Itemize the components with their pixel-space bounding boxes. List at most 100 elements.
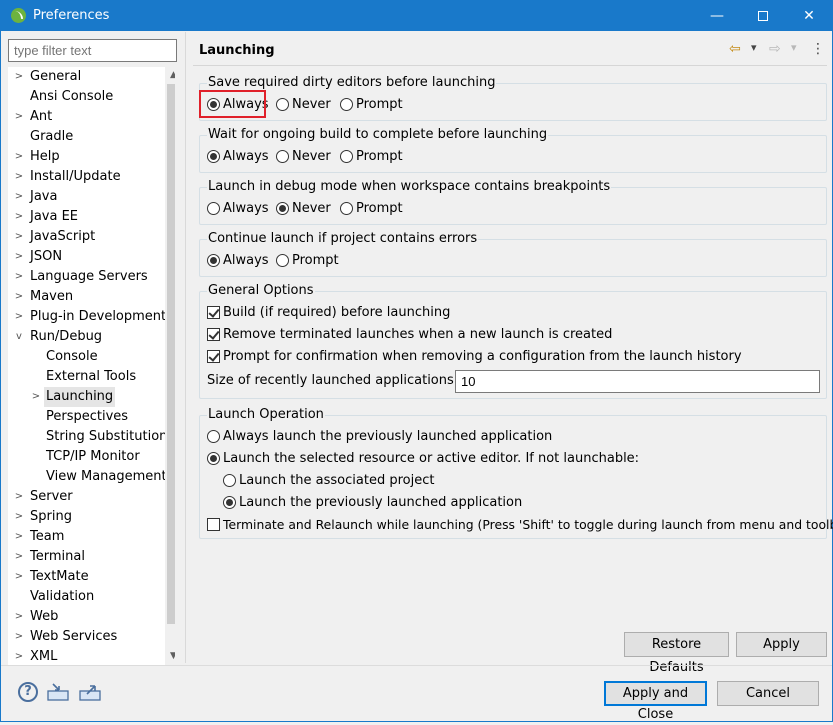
chevron-right-icon[interactable]: > xyxy=(14,147,24,167)
tree-item-label: View Management xyxy=(46,469,167,484)
chevron-right-icon[interactable]: > xyxy=(14,607,24,627)
tree-item-label: Install/Update xyxy=(30,169,121,184)
tree-item-label: Web Services xyxy=(30,629,118,644)
tree-item-help[interactable]: > Help xyxy=(8,147,165,167)
forward-menu-icon[interactable]: ▾ xyxy=(791,41,797,54)
tree-item-server[interactable]: > Server xyxy=(8,487,165,507)
tree-item-java-ee[interactable]: > Java EE xyxy=(8,207,165,227)
tree-item-terminal[interactable]: > Terminal xyxy=(8,547,165,567)
tree-item-java[interactable]: > Java xyxy=(8,187,165,207)
radio-icon xyxy=(207,430,220,443)
radio-icon xyxy=(276,254,289,267)
chevron-right-icon[interactable]: > xyxy=(14,107,24,127)
tree-item-label: Java xyxy=(30,189,58,204)
tree-item-ant[interactable]: > Ant xyxy=(8,107,165,127)
apply-and-close-button[interactable]: Apply and Close xyxy=(604,681,707,722)
chevron-right-icon[interactable]: > xyxy=(14,167,24,187)
scroll-up-icon[interactable]: ▲ xyxy=(165,67,175,84)
tree-item-perspectives[interactable]: Perspectives xyxy=(8,407,165,427)
back-arrow-icon[interactable]: ⇦ xyxy=(729,41,741,57)
chevron-right-icon[interactable]: > xyxy=(14,547,24,567)
tree-item-run-debug[interactable]: v Run/Debug xyxy=(8,327,165,347)
minimize-button[interactable]: — xyxy=(694,1,740,31)
cancel-button[interactable]: Cancel xyxy=(717,681,819,706)
tree-item-validation[interactable]: Validation xyxy=(8,587,165,607)
chevron-right-icon[interactable]: > xyxy=(14,227,24,247)
filter-input[interactable] xyxy=(8,39,177,62)
back-menu-icon[interactable]: ▾ xyxy=(751,41,757,54)
radio-selected-icon xyxy=(207,150,220,163)
title-bar[interactable]: Preferences — ✕ xyxy=(1,1,832,31)
chevron-right-icon[interactable]: > xyxy=(14,507,24,527)
tree-item-general[interactable]: > General xyxy=(8,67,165,87)
chevron-right-icon[interactable]: > xyxy=(14,267,24,287)
chevron-right-icon[interactable]: > xyxy=(14,307,24,327)
scrollbar-thumb[interactable] xyxy=(167,84,175,624)
tree-item-install-update[interactable]: > Install/Update xyxy=(8,167,165,187)
chevron-right-icon[interactable]: > xyxy=(14,487,24,507)
help-icon[interactable]: ? xyxy=(18,682,38,702)
tree-item-language-servers[interactable]: > Language Servers xyxy=(8,267,165,287)
maximize-button[interactable] xyxy=(740,1,786,31)
restore-defaults-button[interactable]: Restore Defaults xyxy=(624,632,729,675)
tree-item-label: Team xyxy=(30,529,65,544)
tree-item-ansi-console[interactable]: Ansi Console xyxy=(8,87,165,107)
tree-item-tcpip-monitor[interactable]: TCP/IP Monitor xyxy=(8,447,165,467)
tree-item-team[interactable]: > Team xyxy=(8,527,165,547)
tree-item-label: String Substitution xyxy=(46,429,168,444)
tree-item-plugin-development[interactable]: > Plug-in Development xyxy=(8,307,166,327)
history-size-input[interactable] xyxy=(455,370,820,393)
chevron-right-icon[interactable]: > xyxy=(14,187,24,207)
maximize-icon xyxy=(758,11,768,21)
tree-item-textmate[interactable]: > TextMate xyxy=(8,567,165,587)
radio-selected-icon xyxy=(207,452,220,465)
import-icon[interactable] xyxy=(47,682,69,702)
forward-arrow-icon[interactable]: ⇨ xyxy=(769,41,781,57)
chevron-right-icon[interactable]: > xyxy=(31,387,41,407)
page-title: Launching xyxy=(199,43,275,58)
radio-label: Prompt xyxy=(292,253,339,268)
tree-item-maven[interactable]: > Maven xyxy=(8,287,165,307)
tree-item-json[interactable]: > JSON xyxy=(8,247,165,267)
scroll-down-icon[interactable]: ▼ xyxy=(165,648,175,665)
tree-item-view-management[interactable]: View Management xyxy=(8,467,167,487)
tree-item-string-substitution[interactable]: String Substitution xyxy=(8,427,168,447)
tree-item-javascript[interactable]: > JavaScript xyxy=(8,227,165,247)
radio-icon xyxy=(276,98,289,111)
tree-item-label: JSON xyxy=(30,249,63,264)
radio-icon xyxy=(207,202,220,215)
radio-icon xyxy=(276,150,289,163)
window-title: Preferences xyxy=(33,8,110,23)
chevron-right-icon[interactable]: > xyxy=(14,67,24,87)
tree-scrollbar[interactable]: ▲ ▼ xyxy=(165,67,175,665)
chevron-right-icon[interactable]: > xyxy=(14,567,24,587)
radio-selected-icon xyxy=(207,254,220,267)
tree-item-label: Language Servers xyxy=(30,269,148,284)
pane-divider[interactable] xyxy=(185,32,186,663)
tree-item-console[interactable]: Console xyxy=(8,347,165,367)
tree-item-label: Java EE xyxy=(30,209,79,224)
chevron-down-icon[interactable]: v xyxy=(14,327,24,347)
chevron-right-icon[interactable]: > xyxy=(14,527,24,547)
chevron-right-icon[interactable]: > xyxy=(14,627,24,647)
close-button[interactable]: ✕ xyxy=(786,1,832,31)
radio-label: Prompt xyxy=(356,149,403,164)
tree-item-spring[interactable]: > Spring xyxy=(8,507,165,527)
group-title: Launch in debug mode when workspace cont… xyxy=(207,179,612,194)
apply-button[interactable]: Apply xyxy=(736,632,827,657)
tree-item-gradle[interactable]: Gradle xyxy=(8,127,165,147)
view-menu-icon[interactable]: ⋮ xyxy=(811,41,825,57)
chevron-right-icon[interactable]: > xyxy=(14,207,24,227)
tree-item-web-services[interactable]: > Web Services xyxy=(8,627,165,647)
tree-item-launching[interactable]: > Launching xyxy=(8,387,165,407)
tree-item-external-tools[interactable]: External Tools xyxy=(8,367,165,387)
tree-item-web[interactable]: > Web xyxy=(8,607,165,627)
radio-label: Never xyxy=(292,97,331,112)
tree-item-label: Help xyxy=(30,149,60,164)
tree-item-label: Maven xyxy=(30,289,74,304)
chevron-right-icon[interactable]: > xyxy=(14,647,24,665)
chevron-right-icon[interactable]: > xyxy=(14,247,24,267)
export-icon[interactable] xyxy=(79,682,101,702)
tree-item-xml[interactable]: > XML xyxy=(8,647,165,665)
chevron-right-icon[interactable]: > xyxy=(14,287,24,307)
